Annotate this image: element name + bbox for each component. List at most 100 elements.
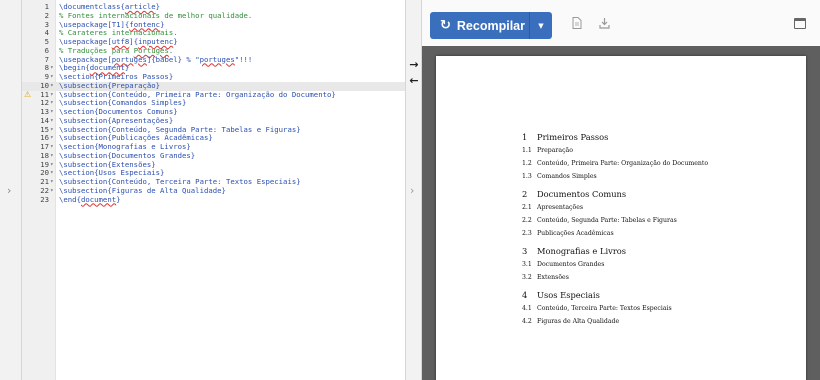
section-title: Primeiros Passos (537, 132, 609, 142)
code-token: % Fontes internacionais de melhor qualid… (59, 10, 253, 20)
fold-arrow-icon[interactable]: ▾ (50, 108, 54, 117)
section-title: Documentos Comuns (537, 189, 627, 199)
code-token: % Carateres internacionais. (59, 28, 178, 38)
fold-arrow-icon[interactable]: ▾ (50, 82, 54, 91)
code-token: inputenc (138, 37, 174, 46)
line-number: 23 (40, 194, 49, 204)
pane-splitter[interactable]: → ← › (405, 0, 422, 380)
code-token: document (89, 63, 125, 73)
arrow-right-icon[interactable]: → (408, 58, 420, 71)
subsection-title: Publicações Acadêmicas (537, 230, 614, 237)
fold-arrow-icon[interactable]: ▾ (50, 169, 54, 178)
code-token: % Traduções para (59, 45, 134, 55)
code-token: utf8 (111, 37, 130, 46)
pdf-viewer[interactable]: 1 Primeiros Passos 1.1 Preparação 1.2 Conteúd… (422, 46, 820, 380)
subsection-title: Conteúdo, Terceira Parte: Textos Especia… (537, 305, 672, 312)
subsection-number: 2.3 (522, 230, 532, 237)
code-token: ]{babel} % " (146, 54, 200, 64)
subsection-number: 1.1 (522, 147, 532, 154)
code-token: \subsection{Figuras de Alta Qualidade} (59, 185, 226, 195)
subsection-number: 3.2 (522, 274, 532, 281)
code-token: \usepackage[ (59, 54, 112, 64)
section-number: 1 (522, 132, 528, 142)
code-token: Portugês (133, 45, 169, 55)
arrow-left-icon[interactable]: ← (408, 74, 420, 87)
code-token: } (173, 37, 178, 46)
subsection-title: Preparação (537, 147, 573, 154)
code-text: \end{document} (59, 194, 121, 205)
code-token: \subsection{Conteúdo, Terceira Parte: Te… (59, 177, 301, 186)
fold-arrow-icon[interactable]: ▾ (50, 187, 54, 196)
document-icon[interactable] (572, 17, 582, 32)
code-token: \subsection{Conteúdo, Primeira Parte: Or… (59, 89, 336, 99)
fold-arrow-icon[interactable]: ▾ (50, 117, 54, 126)
section-number: 2 (522, 189, 528, 199)
section-number: 3 (522, 246, 528, 256)
fold-arrow-icon[interactable]: ▾ (50, 91, 54, 100)
code-token: \section{Documentos Comuns} (59, 107, 178, 116)
recompile-button[interactable]: ↻ Recompilar ▼ (430, 12, 552, 39)
subsection-title: Apresentações (537, 204, 584, 211)
window-icon[interactable] (794, 18, 806, 29)
code-token: article (124, 2, 156, 11)
code-token: "!!! (234, 54, 253, 64)
caret-down-icon[interactable]: ▼ (530, 22, 552, 30)
pdf-page: 1 Primeiros Passos 1.1 Preparação 1.2 Conteúd… (436, 56, 806, 380)
code-line[interactable]: 23 \end{document} (22, 194, 405, 205)
subsection-title: Conteúdo, Primeira Parte: Organização do… (537, 160, 709, 167)
fold-arrow-icon[interactable]: ▾ (50, 178, 54, 187)
app-window: › 1 \documentclass{article} 2% Fontes inte… (0, 0, 820, 380)
fold-arrow-icon[interactable]: ▾ (50, 143, 54, 152)
refresh-icon: ↻ (440, 18, 451, 33)
code-token: ]{ (129, 37, 139, 46)
recompile-label: Recompilar (456, 18, 525, 33)
subsection-number: 1.3 (522, 173, 532, 180)
code-token: \end{ (59, 194, 81, 204)
fold-arrow-icon[interactable]: ▾ (50, 64, 54, 73)
code-token: \section{Primeiros Passos} (59, 72, 174, 81)
code-token: } (155, 2, 161, 11)
section-title: Monografias e Livros (537, 246, 627, 256)
code-token: fontenc (129, 19, 161, 29)
code-token: . (168, 45, 174, 55)
code-token: \subsection{Preparação} (59, 80, 161, 90)
code-token: \section{Monografias e Livros} (59, 142, 191, 151)
section-number: 4 (522, 290, 528, 300)
code-token: document (80, 194, 117, 204)
code-token: } (116, 194, 121, 204)
code-token: \documentclass{ (59, 2, 125, 11)
code-editor[interactable]: 1 \documentclass{article} 2% Fontes intern… (22, 0, 405, 380)
subsection-title: Comandos Simples (537, 173, 597, 180)
file-tree-toggle[interactable]: › (0, 0, 22, 380)
code-token: portuges (111, 54, 147, 64)
fold-arrow-icon[interactable]: ▾ (50, 73, 54, 82)
subsection-number: 1.2 (522, 160, 532, 167)
fold-arrow-icon[interactable]: ▾ (50, 134, 54, 143)
subsection-number: 2.2 (522, 217, 532, 224)
code-token: \subsection{Publicações Acadêmicas} (59, 133, 213, 143)
section-title: Usos Especiais (537, 290, 600, 300)
subsection-number: 2.1 (522, 204, 532, 211)
code-token: } (124, 63, 130, 73)
code-token: \subsection{Extensões} (59, 159, 156, 169)
preview-toolbar: ↻ Recompilar ▼ (422, 0, 820, 46)
code-token: \begin{ (59, 63, 90, 73)
recompile-main[interactable]: ↻ Recompilar (430, 12, 530, 39)
editor-lines[interactable]: 1 \documentclass{article} 2% Fontes intern… (22, 2, 405, 205)
subsection-title: Figuras de Alta Qualidade (537, 318, 620, 325)
chevron-right-icon[interactable]: › (410, 184, 414, 197)
code-token: \usepackage[ (59, 37, 112, 46)
chevron-right-icon[interactable]: › (7, 184, 11, 197)
fold-arrow-icon[interactable]: ▾ (50, 152, 54, 161)
fold-arrow-icon[interactable]: ▾ (50, 126, 54, 135)
subsection-number: 3.1 (522, 261, 532, 268)
code-token: \subsection{Comandos Simples} (59, 98, 187, 108)
download-icon[interactable] (599, 17, 610, 32)
fold-arrow-icon[interactable]: ▾ (50, 99, 54, 108)
subsection-title: Extensões (537, 274, 569, 281)
code-token: \subsection{Conteúdo, Segunda Parte: Tab… (59, 124, 301, 134)
pdf-preview-pane: ↻ Recompilar ▼ 1 Primeiros Passos 1.1 Prepa… (422, 0, 820, 380)
code-token: } (160, 19, 165, 29)
fold-arrow-icon[interactable]: ▾ (50, 161, 54, 170)
code-token: \section{Usos Especiais} (59, 168, 165, 178)
